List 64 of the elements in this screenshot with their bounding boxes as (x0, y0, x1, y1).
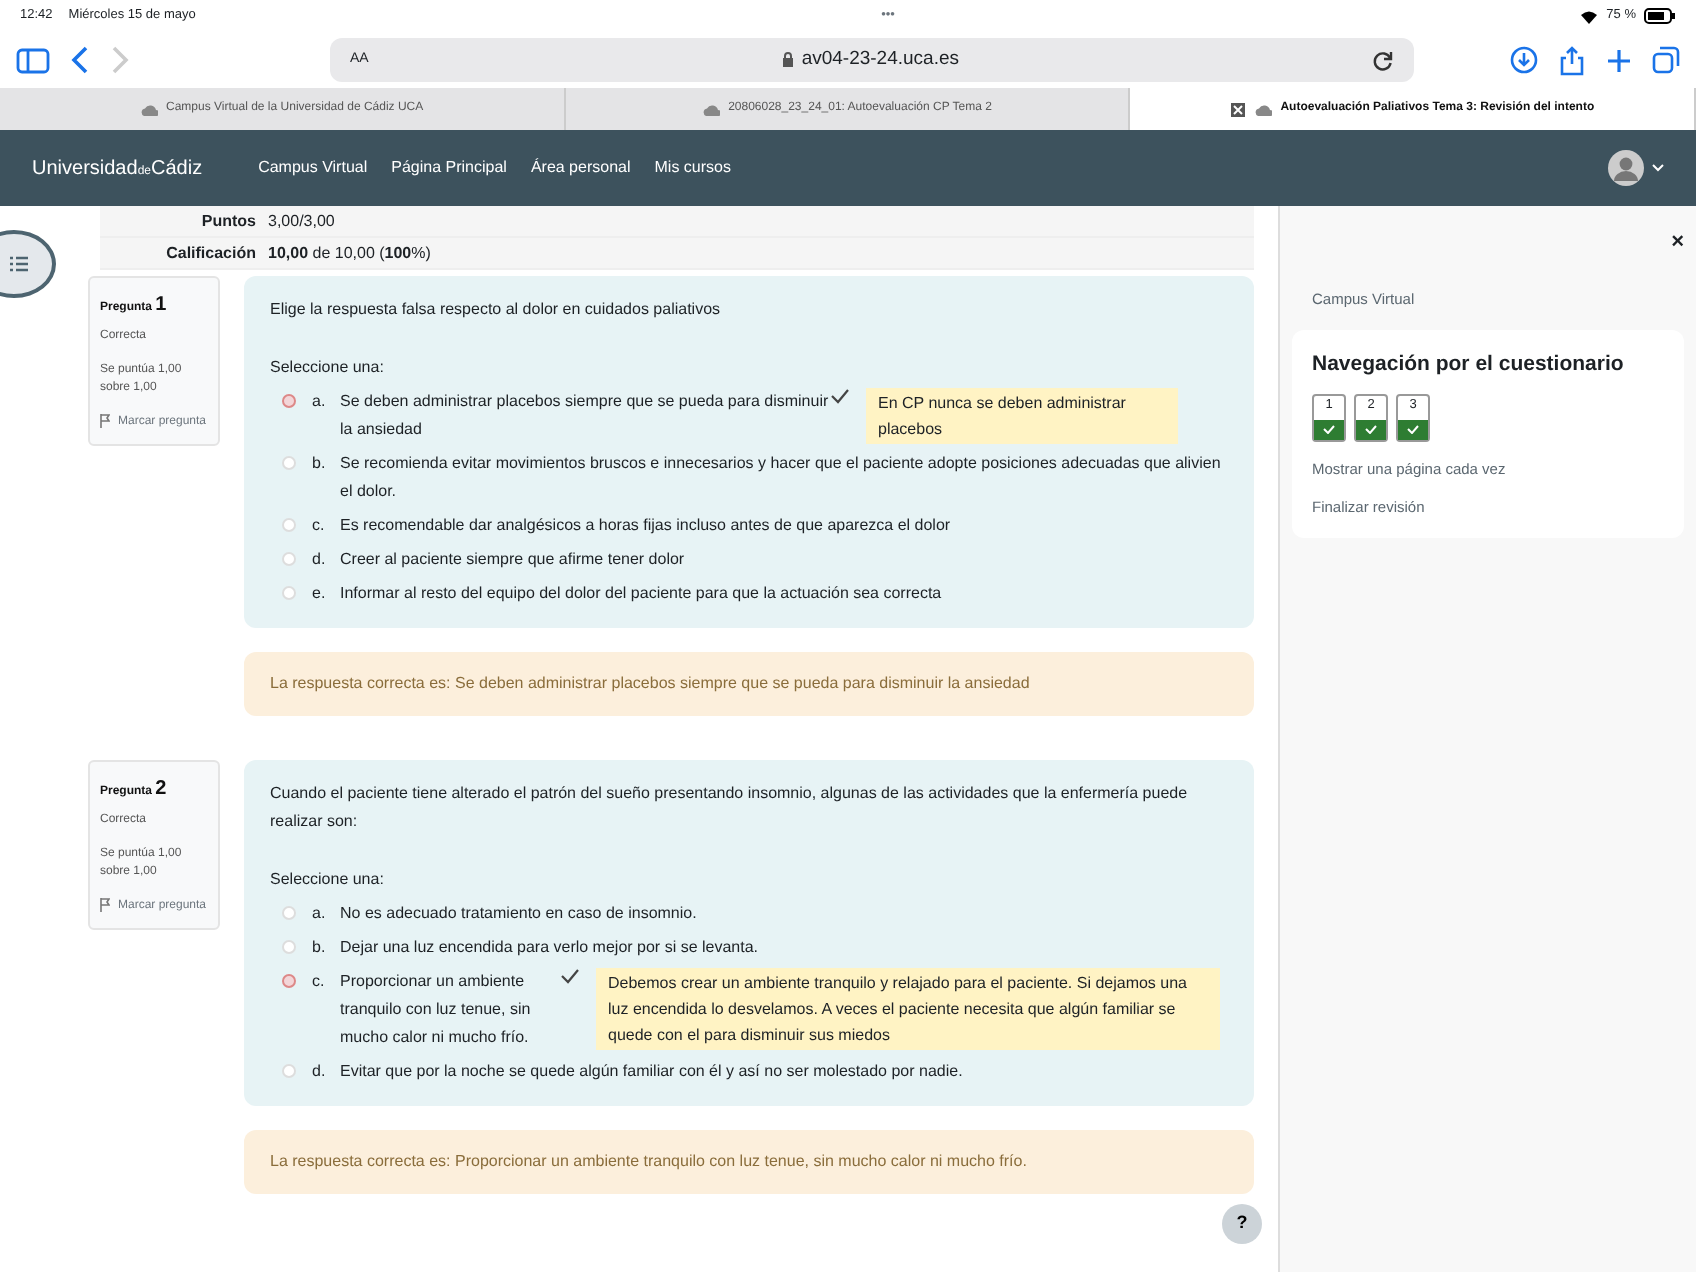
answer-option: Evitar que por la noche se quede algún familiar con él y así no ser molestado por nadie. (340, 1058, 963, 1086)
answer-option: Se deben administrar placebos siempre que se pueda para disminuir la ansiedad (340, 388, 830, 444)
option-letter: b. (312, 452, 328, 476)
answer-option: Informar al resto del equipo del dolor del paciente para que la actuación sea correcta (340, 580, 942, 608)
flag-icon (100, 414, 110, 428)
answer-option: Dejar una luz encendida para verlo mejor por si se levanta. (340, 934, 759, 962)
option-letter: b. (312, 936, 328, 960)
cloud-icon (702, 103, 721, 115)
list-icon (10, 256, 28, 272)
answer-option: No es adecuado tratamiento en caso de insomnio. (340, 900, 697, 928)
summary-value: 10,00 de 10,00 (100%) (268, 241, 431, 265)
quiz-navigation-title: Navegación por el cuestionario (1312, 349, 1626, 378)
checkmark-icon (1406, 423, 1420, 434)
reload-icon[interactable] (1371, 49, 1394, 71)
sidebar-icon[interactable] (16, 47, 50, 73)
help-button[interactable]: ? (1222, 1204, 1262, 1244)
answer-option: Es recomendable dar analgésicos a horas fijas incluso antes de que aparezca el dolor (340, 512, 951, 540)
summary-value: 3,00/3,00 (268, 209, 335, 233)
back-icon[interactable] (70, 46, 90, 74)
option-letter: c. (312, 514, 327, 538)
radio-button[interactable] (282, 974, 296, 988)
summary-label: Puntos (199, 209, 258, 233)
question-text: Cuando el paciente tiene alterado el patrón del sueño presentando insomnio, algunas de las actividades que la enfermería puede realizar son: (270, 782, 1190, 834)
select-one-prompt: Seleccione una: (270, 868, 386, 892)
summary-label: Calificación (164, 241, 258, 265)
answer-feedback: Debemos crear un ambiente tranquilo y relajado para el paciente. Si dejamos una luz encendida lo desvelamos. A veces el paciente necesita que algún familiar se quede con el para disminuir sus miedos (596, 968, 1220, 1050)
flag-icon (100, 898, 110, 912)
answer-option: Se recomienda evitar movimientos bruscos e innecesarios y hacer que el paciente adopte posiciones adecuadas que alivien el dolor. (340, 450, 1230, 506)
answer-option: Creer al paciente siempre que afirme tener dolor (340, 546, 685, 574)
nav-link[interactable]: Mis cursos (654, 156, 731, 180)
caret-icon[interactable] (1652, 164, 1664, 172)
avatar-icon[interactable] (1608, 150, 1644, 186)
option-letter: d. (312, 1060, 328, 1084)
answer-option: Proporcionar un ambiente tranquilo con luz tenue, sin mucho calor ni mucho frío. (340, 968, 560, 1052)
answer-feedback: En CP nunca se deben administrar placebos (866, 388, 1178, 444)
option-letter: c. (312, 970, 327, 994)
nav-link[interactable]: Área personal (530, 156, 631, 180)
close-icon[interactable] (1230, 101, 1247, 117)
checkmark-icon (560, 968, 580, 984)
radio-button[interactable] (282, 394, 296, 408)
question-text: Elige la respuesta falsa respecto al dolor en cuidados paliativos (270, 298, 723, 322)
select-one-prompt: Seleccione una: (270, 356, 386, 380)
option-letter: d. (312, 548, 328, 572)
address-text: av04-23-24.uca.es (801, 45, 960, 74)
share-icon[interactable] (1558, 45, 1586, 75)
option-letter: e. (312, 582, 328, 606)
cloud-icon (140, 103, 159, 115)
download-icon[interactable] (1510, 46, 1538, 74)
nav-link[interactable]: Página Principal (391, 156, 507, 180)
option-letter: a. (312, 390, 328, 414)
checkmark-icon (1322, 423, 1336, 434)
checkmark-icon (1364, 423, 1378, 434)
correct-answer-note: La respuesta correcta es: Se deben administrar placebos siempre que se pueda para disminuir la ansiedad (244, 652, 1254, 716)
tabs-icon[interactable] (1652, 46, 1680, 74)
wifi-icon (1580, 9, 1599, 23)
lock-icon (781, 52, 794, 68)
nav-link[interactable]: Campus Virtual (258, 156, 368, 180)
cloud-icon (1254, 103, 1273, 115)
battery-icon (1644, 8, 1676, 24)
plus-icon[interactable] (1606, 47, 1632, 73)
checkmark-icon (830, 388, 850, 404)
close-drawer-button[interactable]: × (1671, 226, 1684, 259)
option-letter: a. (312, 902, 328, 926)
correct-answer-note: La respuesta correcta es: Proporcionar un ambiente tranquilo con luz tenue, sin mucho calor ni mucho frío. (244, 1130, 1254, 1194)
